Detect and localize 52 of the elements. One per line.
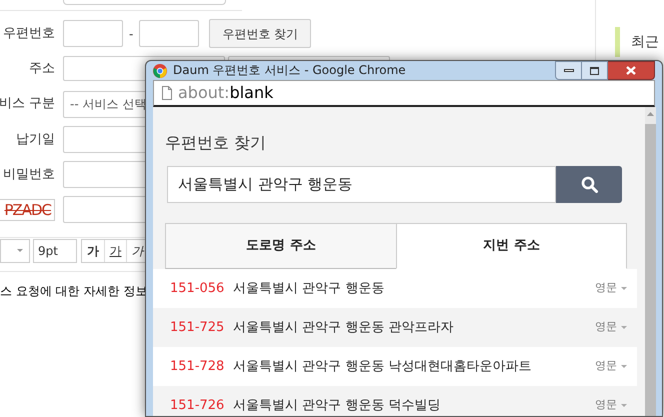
dialog-heading: 우편번호 찾기 [165, 132, 268, 151]
find-postcode-button[interactable]: 우편번호 찾기 [209, 19, 312, 48]
caret-icon [621, 287, 627, 290]
address-text: 서울특별시 관악구 행운동 관악프라자 [233, 318, 454, 337]
maximize-button[interactable] [582, 61, 608, 80]
caret-icon [621, 326, 627, 329]
english-toggle[interactable]: 영문 [595, 280, 627, 297]
chrome-logo-icon [153, 64, 167, 78]
result-row[interactable]: 151-056 서울특별시 관악구 행운동 영문 [153, 269, 637, 308]
underline-button[interactable]: 가 [104, 240, 126, 262]
english-toggle[interactable]: 영문 [595, 358, 627, 375]
font-select[interactable] [0, 238, 30, 262]
postcode-field[interactable] [139, 20, 200, 47]
url-text: about:blank [178, 82, 274, 104]
search-icon [580, 176, 598, 193]
caret-icon [621, 365, 627, 368]
minimize-button[interactable] [555, 61, 582, 80]
field-label: 납기일 [16, 130, 55, 149]
separator: - [129, 26, 134, 42]
scroll-up-arrow-icon[interactable] [647, 112, 654, 116]
address-bar[interactable]: about:blank [153, 80, 655, 107]
close-icon [626, 66, 636, 75]
postcode-text: 151-726 [170, 396, 226, 415]
field-label: 우편번호 [3, 24, 55, 43]
page-icon [162, 86, 172, 100]
address-text: 서울특별시 관악구 행운동 낙성대현대홈타운아파트 [233, 358, 532, 376]
postcode-field[interactable] [63, 20, 123, 47]
result-row[interactable]: 151-728 서울특별시 관악구 행운동 낙성대현대홈타운아파트 영문 [153, 347, 637, 386]
caret-icon [621, 404, 627, 407]
postcode-text: 151-056 [170, 280, 226, 298]
search-button[interactable] [556, 166, 622, 203]
caret-icon [17, 249, 23, 252]
postcode-text: 151-728 [170, 358, 226, 376]
captcha-image: PZADC [0, 198, 55, 220]
font-size-select[interactable]: 9pt [33, 238, 77, 262]
postcode-text: 151-725 [170, 318, 226, 337]
field-label: 주소 [29, 60, 55, 78]
close-button[interactable] [608, 61, 655, 80]
field-label: 비스 구분 [0, 95, 55, 114]
english-toggle[interactable]: 영문 [595, 397, 627, 414]
bold-button[interactable]: 가 [82, 240, 104, 262]
address-text: 서울특별시 관악구 행운동 [233, 280, 384, 298]
window-title: Daum 우편번호 서비스 - Google Chrome [173, 64, 406, 77]
address-text: 서울특별시 관악구 행운동 덕수빌딩 [233, 396, 440, 415]
tab[interactable]: 도로명 주소 [165, 223, 396, 269]
sidebar-heading: 최근 [631, 32, 659, 52]
accent-bar [615, 27, 620, 57]
english-toggle[interactable]: 영문 [595, 319, 627, 336]
tab[interactable]: 지번 주소 [396, 223, 627, 269]
scrollbar[interactable] [645, 107, 656, 416]
field-label: 비밀번호 [3, 166, 55, 184]
search-field[interactable]: 서울특별시 관악구 행운동 [167, 166, 556, 203]
